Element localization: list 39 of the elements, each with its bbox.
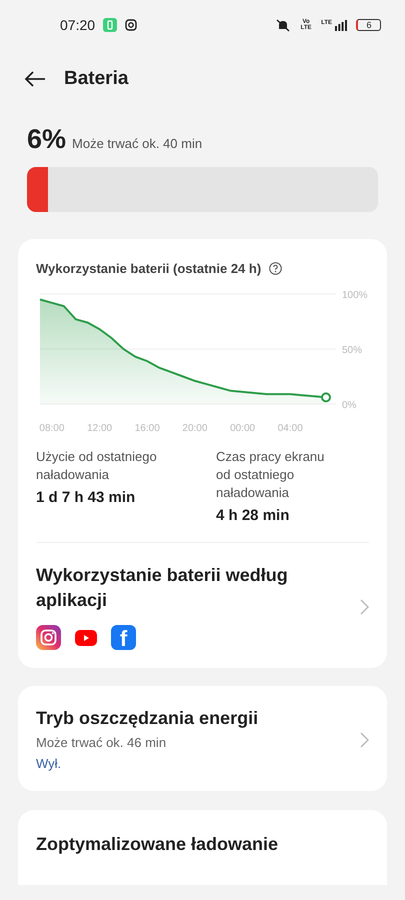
setting-status: Wył. (36, 756, 62, 771)
stat-value: 4 h 28 min (216, 507, 290, 524)
optimized-charging-row[interactable]: Zoptymalizowane ładowanie (18, 810, 387, 885)
muted-bell-icon (275, 18, 292, 32)
battery-percent: 6% (27, 124, 66, 155)
chart-title: Wykorzystanie baterii (ostatnie 24 h) (36, 261, 262, 276)
setting-title: Zoptymalizowane ładowanie (36, 834, 278, 854)
setting-title: Tryb oszczędzania energii (36, 708, 260, 729)
stat-label: Użycie od ostatniego naładowania (36, 448, 158, 484)
power-saving-row[interactable]: Tryb oszczędzania energii Może trwać ok. 46 min Wył. (18, 686, 387, 791)
x-axis-label: 08:00 (39, 423, 64, 434)
y-axis-label: 50% (342, 345, 362, 356)
setting-subtitle: Może trwać ok. 46 min (36, 735, 168, 750)
x-axis-label: 16:00 (134, 423, 160, 434)
back-button[interactable] (24, 71, 46, 87)
clock: 07:20 (60, 17, 96, 33)
chevron-right-icon (360, 732, 369, 748)
signal-icon (335, 20, 347, 30)
x-axis-label: 20:00 (182, 423, 208, 434)
x-axis-label: 00:00 (230, 423, 256, 434)
stat-value: 1 d 7 h 43 min (36, 489, 136, 506)
play-app-icon (75, 630, 97, 646)
page-title: Bateria (64, 68, 128, 90)
x-axis-label: 04:00 (278, 423, 303, 434)
section-title: Wykorzystanie baterii według aplikacji (36, 564, 289, 612)
x-axis-label: 12:00 (87, 423, 112, 434)
chevron-right-icon (360, 598, 369, 614)
letter-app-icon: f (111, 625, 136, 650)
y-axis-label: 100% (342, 290, 368, 301)
chart-end-marker (321, 392, 331, 402)
back-arrow-icon (24, 71, 46, 87)
help-icon[interactable] (269, 262, 282, 275)
stat-label: Czas pracy ekranu od ostatniego naładowania (216, 448, 326, 502)
battery-estimate: Może trwać ok. 40 min (72, 136, 202, 151)
battery-indicator: 6 (356, 19, 381, 31)
y-axis-label: 0% (342, 400, 356, 411)
camera-app-icon (36, 625, 61, 650)
camera-icon (125, 19, 138, 31)
battery-saver-icon (103, 18, 118, 32)
